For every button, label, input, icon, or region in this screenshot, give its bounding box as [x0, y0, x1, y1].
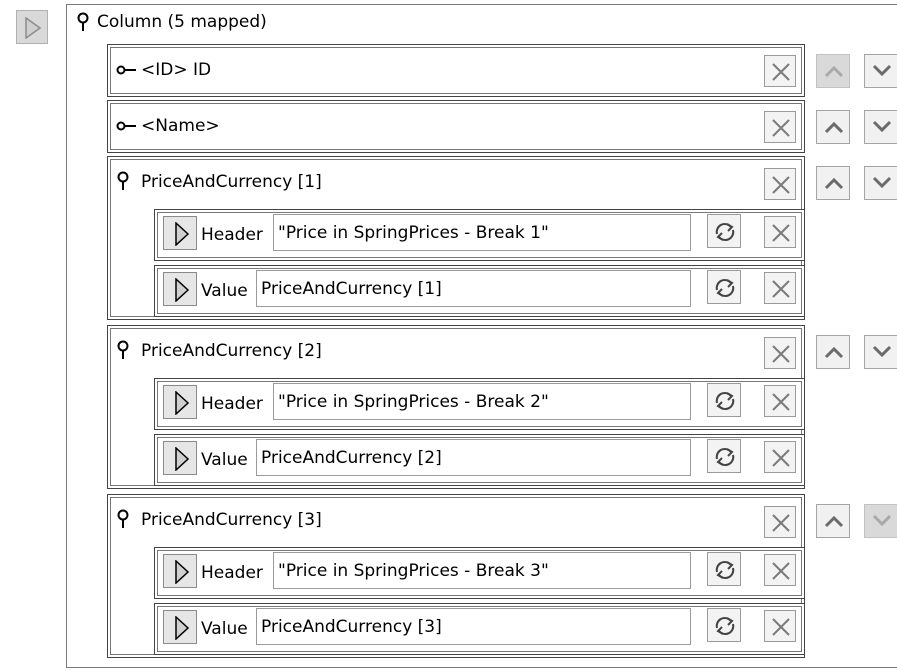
- row-label-id: <ID> ID: [141, 60, 212, 80]
- move-down-button[interactable]: [864, 504, 897, 538]
- close-icon: [772, 119, 790, 137]
- chevron-up-icon: [824, 515, 844, 528]
- value-label: Value: [201, 281, 248, 301]
- expand-column-button[interactable]: [16, 10, 48, 44]
- close-icon: [772, 345, 790, 363]
- pin-icon: [76, 12, 90, 37]
- chevron-up-icon: [824, 65, 844, 78]
- header-label: Header: [201, 563, 263, 583]
- value-text: PriceAndCurrency [2]: [261, 447, 442, 468]
- remove-header-button[interactable]: [764, 554, 796, 586]
- value-field[interactable]: PriceAndCurrency [2]: [256, 439, 691, 476]
- expand-header-button[interactable]: [163, 216, 197, 250]
- header-label: Header: [201, 394, 263, 414]
- close-icon: [772, 393, 790, 411]
- value-text: PriceAndCurrency [3]: [261, 616, 442, 637]
- remove-value-button[interactable]: [764, 610, 796, 642]
- refresh-button[interactable]: [707, 270, 741, 304]
- expand-value-button[interactable]: [163, 272, 197, 306]
- expand-triangle-icon: [175, 616, 190, 640]
- pin-icon: [116, 340, 130, 365]
- close-icon: [772, 449, 790, 467]
- move-up-button[interactable]: [816, 335, 850, 369]
- refresh-icon: [715, 561, 735, 579]
- chevron-down-icon: [872, 64, 892, 77]
- mapping-row-id[interactable]: [107, 44, 805, 97]
- value-field[interactable]: PriceAndCurrency [3]: [256, 608, 691, 645]
- remove-value-button[interactable]: [764, 272, 796, 304]
- refresh-button[interactable]: [707, 439, 741, 473]
- remove-row-button[interactable]: [764, 111, 796, 143]
- chevron-up-icon: [824, 346, 844, 359]
- expand-value-button[interactable]: [163, 610, 197, 644]
- close-icon: [772, 224, 790, 242]
- refresh-icon: [715, 279, 735, 297]
- close-icon: [772, 63, 790, 81]
- expand-triangle-icon: [175, 278, 190, 302]
- refresh-icon: [715, 392, 735, 410]
- move-up-button[interactable]: [816, 504, 850, 538]
- move-up-button[interactable]: [816, 110, 850, 144]
- chevron-up-icon: [824, 177, 844, 190]
- close-icon: [772, 176, 790, 194]
- close-icon: [772, 514, 790, 532]
- remove-value-button[interactable]: [764, 441, 796, 473]
- header-value-field[interactable]: "Price in SpringPrices - Break 3": [273, 552, 691, 589]
- value-label: Value: [201, 619, 248, 639]
- pin-icon: [116, 509, 130, 534]
- close-icon: [772, 562, 790, 580]
- expand-triangle-icon: [175, 222, 190, 246]
- chevron-up-icon: [824, 121, 844, 134]
- remove-row-button[interactable]: [764, 55, 796, 87]
- refresh-button[interactable]: [707, 214, 741, 248]
- value-field[interactable]: PriceAndCurrency [1]: [256, 270, 691, 307]
- remove-group-button[interactable]: [764, 506, 796, 538]
- column-label: Column (5 mapped): [97, 12, 267, 32]
- close-icon: [772, 618, 790, 636]
- header-value-text: "Price in SpringPrices - Break 3": [278, 560, 549, 581]
- header-value-field[interactable]: "Price in SpringPrices - Break 2": [273, 383, 691, 420]
- key-icon: [116, 117, 138, 137]
- move-down-button[interactable]: [864, 335, 897, 369]
- expand-triangle-icon: [175, 391, 190, 415]
- chevron-down-icon: [872, 120, 892, 133]
- group-label: PriceAndCurrency [1]: [141, 172, 322, 192]
- expand-triangle-icon: [175, 560, 190, 584]
- refresh-button[interactable]: [707, 552, 741, 586]
- move-down-button[interactable]: [864, 166, 897, 200]
- move-down-button[interactable]: [864, 54, 897, 88]
- expand-triangle-icon: [25, 17, 42, 39]
- expand-triangle-icon: [175, 447, 190, 471]
- refresh-icon: [715, 448, 735, 466]
- expand-header-button[interactable]: [163, 554, 197, 588]
- close-icon: [772, 280, 790, 298]
- move-down-button[interactable]: [864, 110, 897, 144]
- value-label: Value: [201, 450, 248, 470]
- header-value-field[interactable]: "Price in SpringPrices - Break 1": [273, 214, 691, 251]
- chevron-down-icon: [872, 514, 892, 527]
- chevron-down-icon: [872, 176, 892, 189]
- move-up-button[interactable]: [816, 166, 850, 200]
- remove-header-button[interactable]: [764, 385, 796, 417]
- group-label: PriceAndCurrency [3]: [141, 510, 322, 530]
- key-icon: [116, 61, 138, 81]
- pin-icon: [116, 171, 130, 196]
- remove-header-button[interactable]: [764, 216, 796, 248]
- group-label: PriceAndCurrency [2]: [141, 341, 322, 361]
- header-value-text: "Price in SpringPrices - Break 1": [278, 222, 549, 243]
- refresh-icon: [715, 617, 735, 635]
- refresh-button[interactable]: [707, 608, 741, 642]
- chevron-down-icon: [872, 345, 892, 358]
- header-label: Header: [201, 225, 263, 245]
- expand-header-button[interactable]: [163, 385, 197, 419]
- header-value-text: "Price in SpringPrices - Break 2": [278, 391, 549, 412]
- remove-group-button[interactable]: [764, 168, 796, 200]
- expand-value-button[interactable]: [163, 441, 197, 475]
- refresh-button[interactable]: [707, 383, 741, 417]
- refresh-icon: [715, 223, 735, 241]
- move-up-button[interactable]: [816, 54, 850, 88]
- row-label-name: <Name>: [141, 116, 220, 136]
- remove-group-button[interactable]: [764, 337, 796, 369]
- value-text: PriceAndCurrency [1]: [261, 278, 442, 299]
